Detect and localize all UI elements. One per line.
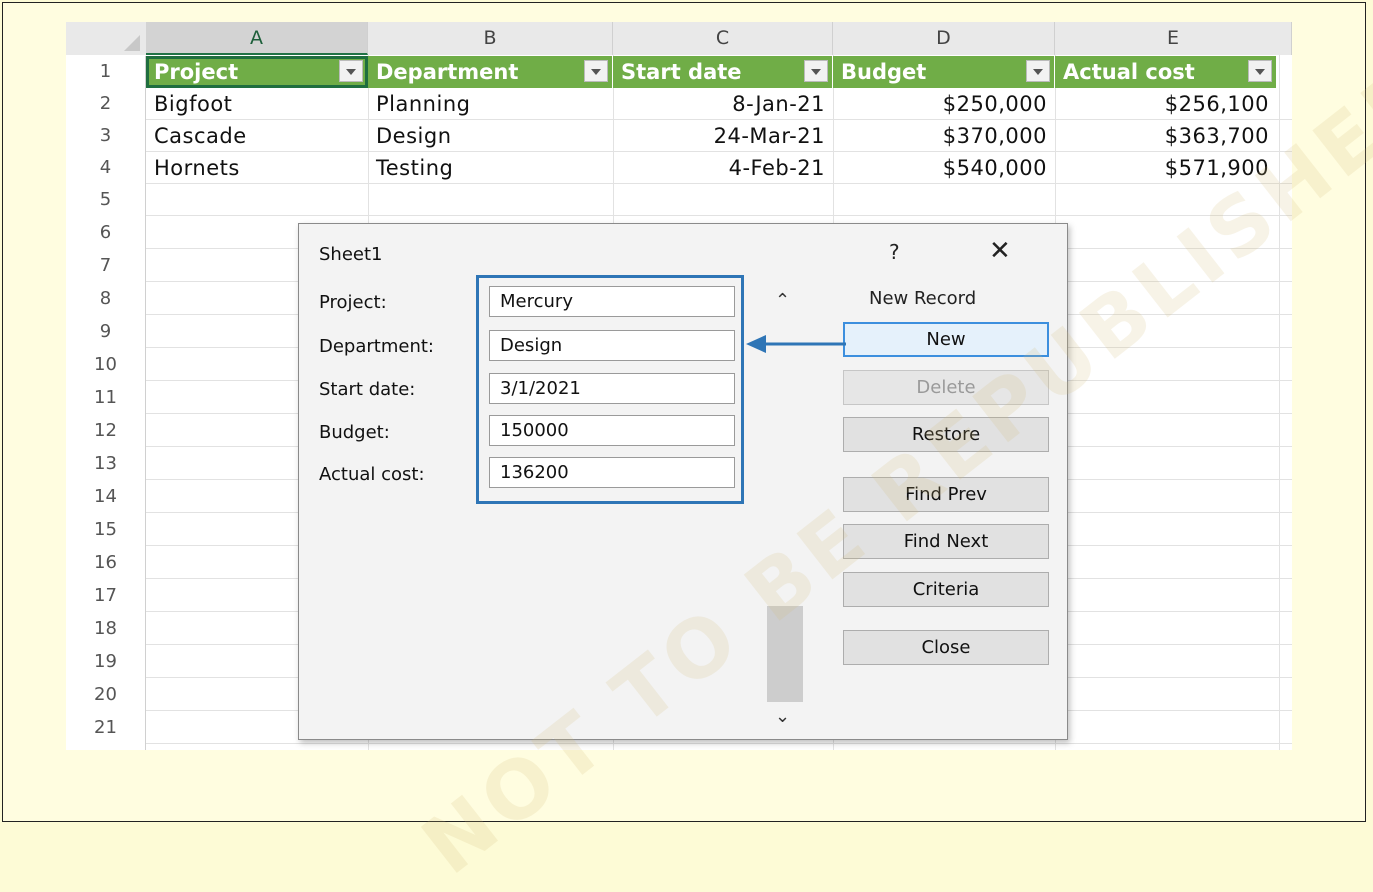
table-header-department[interactable]: Department xyxy=(368,56,613,88)
row-header[interactable]: 2 xyxy=(66,88,146,120)
dialog-title: Sheet1 xyxy=(319,244,383,265)
grid-line xyxy=(1279,55,1280,750)
field-label-start-date: Start date: xyxy=(319,379,416,400)
row-header[interactable]: 7 xyxy=(66,249,146,282)
close-icon[interactable]: ✕ xyxy=(989,236,1011,266)
table-cell[interactable]: 24-Mar-21 xyxy=(613,120,833,152)
table-header-label: Project xyxy=(154,60,239,84)
fields-highlight-box xyxy=(476,275,744,504)
table-header-label: Actual cost xyxy=(1063,60,1195,84)
grid-line xyxy=(146,215,1292,216)
filter-dropdown-icon[interactable] xyxy=(584,60,608,82)
row-header[interactable]: 14 xyxy=(66,480,146,513)
new-button[interactable]: New xyxy=(843,322,1049,357)
table-cell[interactable]: $370,000 xyxy=(833,120,1055,152)
row-header[interactable]: 9 xyxy=(66,315,146,348)
table-cell[interactable]: 4-Feb-21 xyxy=(613,152,833,184)
row-header[interactable]: 19 xyxy=(66,645,146,678)
row-header[interactable]: 1 xyxy=(66,56,146,88)
table-cell[interactable]: Hornets xyxy=(146,152,368,184)
field-label-department: Department: xyxy=(319,336,434,357)
pointer-arrow-icon xyxy=(746,335,846,353)
filter-dropdown-icon[interactable] xyxy=(1026,60,1050,82)
column-header-d[interactable]: D xyxy=(833,22,1055,55)
table-header-project[interactable]: Project xyxy=(146,56,368,88)
scroll-up-icon[interactable]: ⌃ xyxy=(775,290,790,311)
table-header-budget[interactable]: Budget xyxy=(833,56,1055,88)
table-cell[interactable]: $540,000 xyxy=(833,152,1055,184)
criteria-button[interactable]: Criteria xyxy=(843,572,1049,607)
table-header-start-date[interactable]: Start date xyxy=(613,56,833,88)
restore-button[interactable]: Restore xyxy=(843,417,1049,452)
row-header[interactable]: 3 xyxy=(66,120,146,152)
filter-dropdown-icon[interactable] xyxy=(1248,60,1272,82)
row-header[interactable]: 17 xyxy=(66,579,146,612)
field-label-project: Project: xyxy=(319,292,387,313)
row-header[interactable]: 10 xyxy=(66,348,146,381)
row-header[interactable]: 15 xyxy=(66,513,146,546)
select-all-corner[interactable] xyxy=(66,22,146,55)
find-prev-button[interactable]: Find Prev xyxy=(843,477,1049,512)
scroll-down-icon[interactable]: ⌄ xyxy=(775,706,790,727)
table-cell[interactable]: Design xyxy=(368,120,613,152)
row-header[interactable]: 18 xyxy=(66,612,146,645)
help-icon[interactable]: ? xyxy=(889,240,900,264)
table-header-label: Start date xyxy=(621,60,742,84)
table-cell[interactable]: $250,000 xyxy=(833,88,1055,120)
row-header[interactable]: 5 xyxy=(66,184,146,216)
record-status: New Record xyxy=(869,288,977,309)
table-cell[interactable]: Planning xyxy=(368,88,613,120)
table-header-label: Budget xyxy=(841,60,927,84)
column-header-b[interactable]: B xyxy=(368,22,613,55)
row-header[interactable]: 20 xyxy=(66,678,146,711)
table-cell[interactable]: Cascade xyxy=(146,120,368,152)
column-header-a[interactable]: A xyxy=(146,22,368,55)
column-header-e[interactable]: E xyxy=(1055,22,1292,55)
table-header-label: Department xyxy=(376,60,519,84)
row-header[interactable]: 6 xyxy=(66,216,146,249)
table-cell[interactable]: Bigfoot xyxy=(146,88,368,120)
row-header[interactable]: 4 xyxy=(66,152,146,184)
table-cell[interactable]: 8-Jan-21 xyxy=(613,88,833,120)
table-cell[interactable]: Testing xyxy=(368,152,613,184)
row-header[interactable]: 11 xyxy=(66,381,146,414)
table-header-actual-cost[interactable]: Actual cost xyxy=(1055,56,1277,88)
field-label-actual-cost: Actual cost: xyxy=(319,464,425,485)
filter-dropdown-icon[interactable] xyxy=(339,60,363,82)
filter-dropdown-icon[interactable] xyxy=(804,60,828,82)
close-button[interactable]: Close xyxy=(843,630,1049,665)
table-cell[interactable]: $363,700 xyxy=(1055,120,1277,152)
grid-line xyxy=(146,743,1292,744)
row-header[interactable]: 16 xyxy=(66,546,146,579)
row-header[interactable]: 21 xyxy=(66,711,146,750)
table-cell[interactable]: $571,900 xyxy=(1055,152,1277,184)
table-cell[interactable]: $256,100 xyxy=(1055,88,1277,120)
field-label-budget: Budget: xyxy=(319,422,390,443)
row-header[interactable]: 8 xyxy=(66,282,146,315)
find-next-button[interactable]: Find Next xyxy=(843,524,1049,559)
delete-button[interactable]: Delete xyxy=(843,370,1049,405)
column-header-c[interactable]: C xyxy=(613,22,833,55)
row-header[interactable]: 12 xyxy=(66,414,146,447)
row-header[interactable]: 13 xyxy=(66,447,146,480)
scrollbar-thumb[interactable] xyxy=(767,606,803,702)
